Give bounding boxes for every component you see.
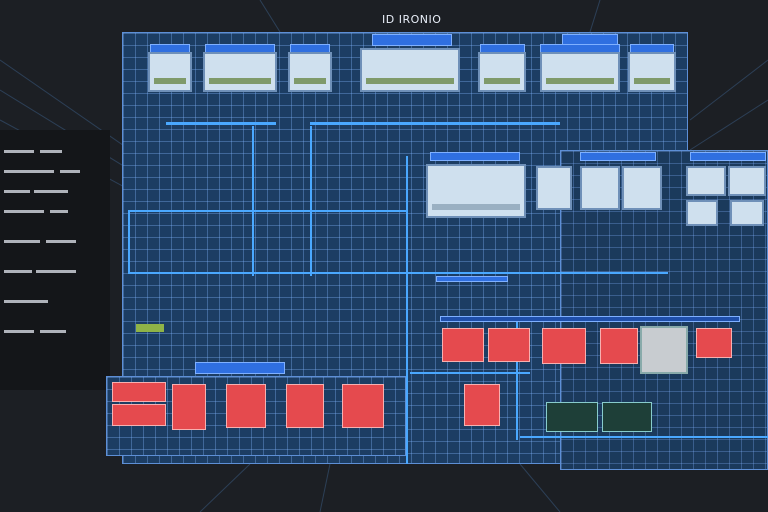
- page-title: ID IRONIO: [382, 13, 442, 26]
- alert-card[interactable]: [600, 328, 638, 364]
- monitor-panel[interactable]: [728, 166, 766, 196]
- monitor-panel[interactable]: [686, 166, 726, 196]
- connector-line: [410, 372, 530, 374]
- monitor-panel[interactable]: [203, 52, 277, 92]
- monitor-panel[interactable]: [686, 200, 718, 226]
- connector-line: [128, 272, 668, 274]
- monitor-panel[interactable]: [580, 166, 620, 210]
- connector-line: [406, 156, 408, 464]
- monitor-panel[interactable]: [360, 48, 460, 92]
- alert-card[interactable]: [542, 328, 586, 364]
- monitor-panel[interactable]: [148, 52, 192, 92]
- monitor-panel[interactable]: [288, 52, 332, 92]
- connector-line: [128, 210, 408, 212]
- monitor-panel[interactable]: [426, 164, 526, 218]
- alert-card[interactable]: [488, 328, 530, 362]
- alert-card[interactable]: [342, 384, 384, 428]
- connector-line: [128, 210, 130, 274]
- alert-card[interactable]: [696, 328, 732, 358]
- monitor-panel[interactable]: [478, 52, 526, 92]
- panel-header-bar: [372, 34, 452, 46]
- alert-card[interactable]: [442, 328, 484, 362]
- panel-header-bar: [430, 152, 520, 161]
- connector-line: [252, 126, 254, 276]
- panel-header-bar: [690, 152, 766, 161]
- panel-header-bar: [440, 316, 740, 322]
- panel-header-bar: [195, 362, 285, 374]
- status-indicator: [136, 324, 164, 332]
- monitor-panel[interactable]: [536, 166, 572, 210]
- connector-line: [166, 122, 276, 125]
- panel-header-bar: [562, 34, 618, 45]
- alert-card[interactable]: [464, 384, 500, 426]
- alert-card[interactable]: [112, 404, 166, 426]
- monitor-panel[interactable]: [540, 52, 620, 92]
- panel-header-bar: [580, 152, 656, 161]
- monitor-panel[interactable]: [622, 166, 662, 210]
- log-panel[interactable]: [602, 402, 652, 432]
- log-panel[interactable]: [546, 402, 598, 432]
- connector-line: [520, 436, 768, 438]
- connector-line: [310, 126, 312, 276]
- alert-card[interactable]: [286, 384, 324, 428]
- alert-card[interactable]: [172, 384, 206, 430]
- monitor-panel[interactable]: [628, 52, 676, 92]
- server-lights: [4, 150, 80, 333]
- monitor-panel[interactable]: [640, 326, 688, 374]
- connector-line: [310, 122, 560, 125]
- alert-card[interactable]: [112, 382, 166, 402]
- panel-header-bar: [436, 276, 508, 282]
- monitor-panel[interactable]: [730, 200, 764, 226]
- server-rack: [0, 130, 110, 390]
- alert-card[interactable]: [226, 384, 266, 428]
